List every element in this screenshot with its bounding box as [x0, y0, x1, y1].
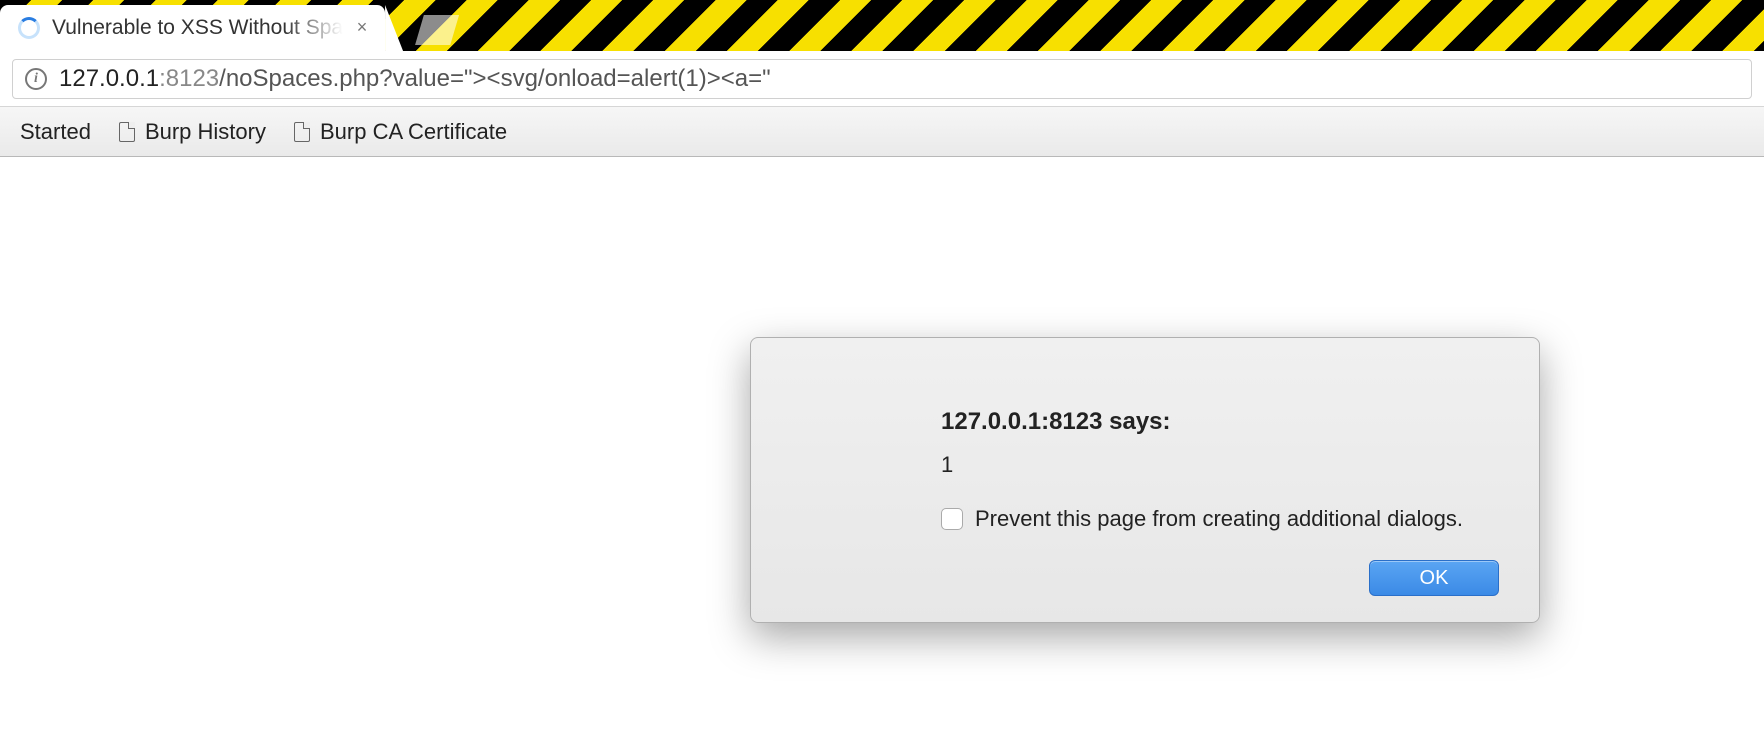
alert-message: 1: [941, 452, 1499, 478]
prevent-dialogs-checkbox[interactable]: [941, 508, 963, 530]
url-path: /noSpaces.php?value="><svg/onload=alert(…: [219, 65, 770, 93]
url-host: 127.0.0.1: [59, 65, 159, 93]
js-alert-dialog: 127.0.0.1:8123 says: 1 Prevent this page…: [750, 337, 1540, 623]
file-icon: [294, 122, 310, 142]
alert-title: 127.0.0.1:8123 says:: [941, 408, 1499, 436]
browser-tab[interactable]: Vulnerable to XSS Without Spa ×: [0, 5, 385, 51]
file-icon: [119, 122, 135, 142]
site-info-icon[interactable]: i: [25, 68, 47, 90]
new-tab-button[interactable]: [415, 15, 459, 45]
bookmark-item[interactable]: Burp History: [105, 115, 280, 149]
close-icon[interactable]: ×: [353, 19, 371, 37]
tab-strip: Vulnerable to XSS Without Spa ×: [0, 0, 1764, 51]
alert-button-row: OK: [941, 560, 1499, 596]
address-bar-row: i 127.0.0.1:8123/noSpaces.php?value="><s…: [0, 51, 1764, 107]
url-port: :8123: [159, 65, 219, 93]
page-viewport: 127.0.0.1:8123 says: 1 Prevent this page…: [0, 157, 1764, 732]
bookmark-item[interactable]: Burp CA Certificate: [280, 115, 521, 149]
bookmark-label: Started: [20, 119, 91, 145]
bookmark-item[interactable]: Started: [6, 115, 105, 149]
ok-button[interactable]: OK: [1369, 560, 1499, 596]
tab-title: Vulnerable to XSS Without Spa: [52, 16, 343, 40]
alert-prevent-row: Prevent this page from creating addition…: [941, 506, 1499, 532]
bookmarks-bar: Started Burp History Burp CA Certificate: [0, 107, 1764, 157]
loading-spinner-icon: [18, 17, 40, 39]
prevent-dialogs-label: Prevent this page from creating addition…: [975, 506, 1463, 532]
address-bar[interactable]: i 127.0.0.1:8123/noSpaces.php?value="><s…: [12, 59, 1752, 99]
bookmark-label: Burp History: [145, 119, 266, 145]
bookmark-label: Burp CA Certificate: [320, 119, 507, 145]
